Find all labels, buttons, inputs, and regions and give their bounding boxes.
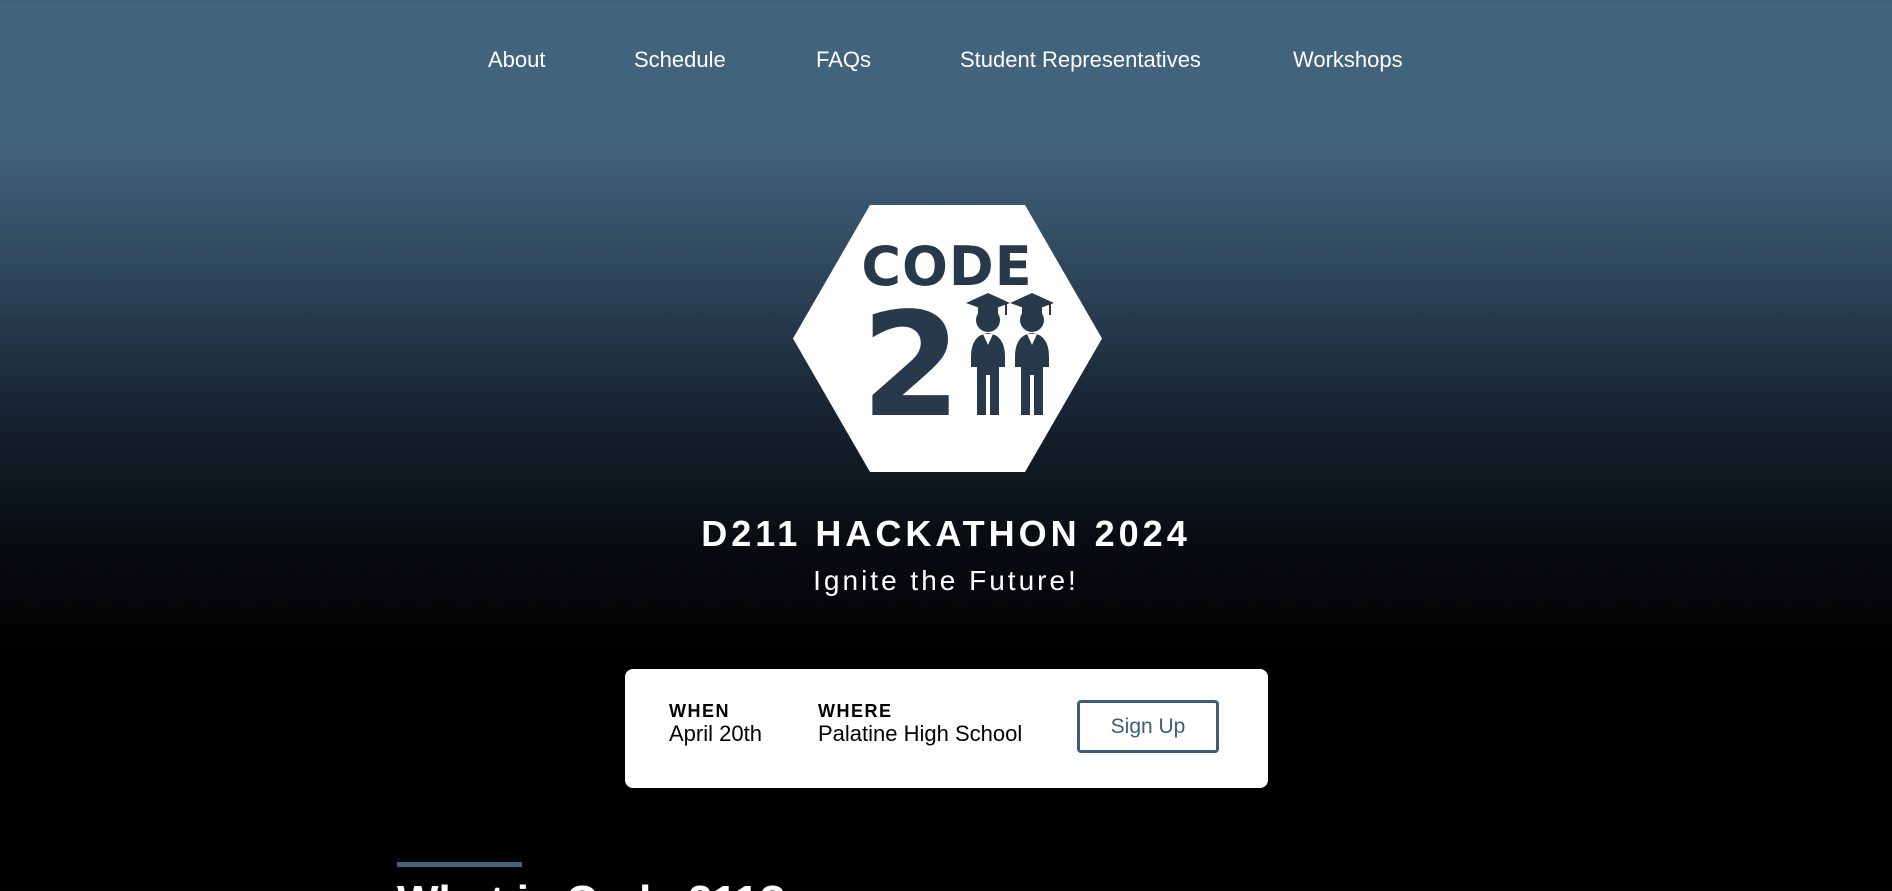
code-211-logo: CODE 2 [793,205,1102,472]
where-value: Palatine High School [818,721,1023,746]
event-info-card: WHEN April 20th WHERE Palatine High Scho… [625,669,1268,788]
when-value: April 20th [669,721,762,746]
where-label: WHERE [818,701,893,721]
section-heading: What is Code 211? [397,876,786,891]
main-nav: About Schedule FAQs Student Representati… [0,44,1892,76]
logo-number-text: 2 [861,281,961,449]
nav-link-schedule[interactable]: Schedule [634,44,726,76]
event-title: D211 HACKATHON 2024 [701,513,1191,554]
sign-up-button[interactable]: Sign Up [1077,700,1219,753]
section-accent-bar [397,862,522,867]
when-label: WHEN [669,701,730,721]
event-tagline: Ignite the Future! [813,565,1079,596]
nav-link-about[interactable]: About [488,44,546,76]
nav-link-student-representatives[interactable]: Student Representatives [960,44,1201,76]
nav-link-faqs[interactable]: FAQs [816,44,871,76]
nav-link-workshops[interactable]: Workshops [1293,44,1403,76]
